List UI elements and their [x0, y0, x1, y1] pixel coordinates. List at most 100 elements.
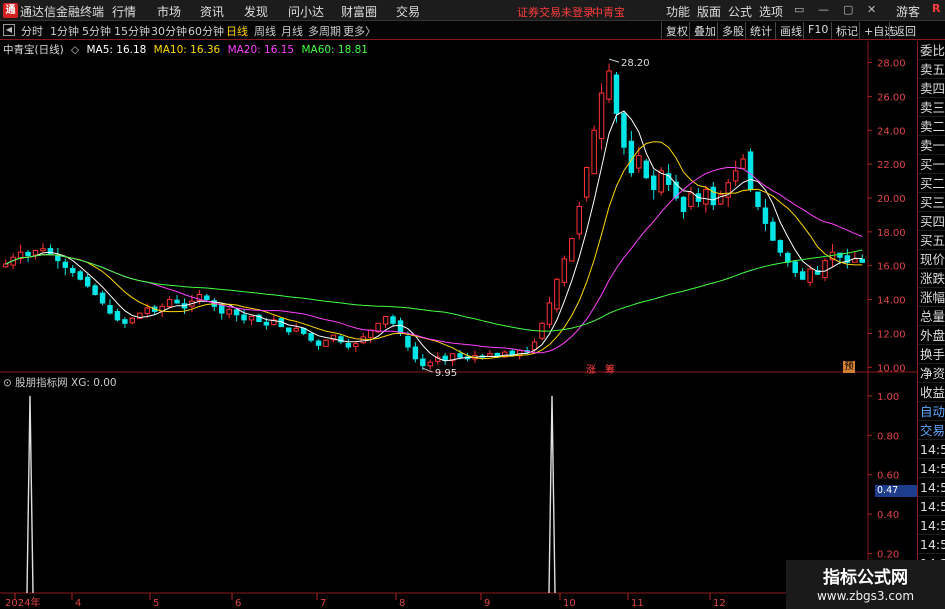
sidebar-item[interactable]: 14:56 — [918, 535, 945, 554]
sidebar-item[interactable]: 卖一 — [918, 136, 945, 155]
date-tick-label: 9 — [484, 598, 490, 609]
menu-quotes[interactable]: 行情 — [112, 3, 136, 20]
sidebar-item[interactable]: 买四 — [918, 212, 945, 231]
sidebar-item[interactable]: 换手 — [918, 345, 945, 364]
candle-body — [785, 252, 791, 263]
maximize-icon[interactable]: ▢ — [843, 3, 853, 16]
candle-body — [263, 321, 270, 326]
watermark-url: www.zbgs3.com — [816, 589, 915, 603]
sidebar-item[interactable]: 收益 — [918, 383, 945, 402]
period-1min[interactable]: 1分钟 — [50, 23, 79, 39]
candle-body — [107, 305, 113, 314]
candle-body — [233, 309, 240, 316]
menu-options[interactable]: 选项 — [759, 3, 783, 20]
candle-body — [569, 238, 575, 262]
menu-layout[interactable]: 版面 — [697, 3, 721, 20]
period-monthly[interactable]: 月线 — [281, 23, 303, 39]
app-logo-icon: 通 — [3, 3, 18, 18]
draw-button[interactable]: 画线 — [775, 22, 806, 39]
menu-trade[interactable]: 交易 — [396, 3, 420, 20]
menu-market[interactable]: 市场 — [157, 3, 181, 20]
sidebar-item[interactable]: 涨跌 — [918, 269, 945, 288]
badge-forecast[interactable]: 预 — [843, 361, 855, 373]
badge-chips[interactable]: 筹 — [605, 361, 615, 376]
login-warning[interactable]: 证券交易未登录 — [517, 4, 594, 20]
sidebar-item[interactable]: 卖三 — [918, 98, 945, 117]
sidebar-item[interactable]: 14:56 — [918, 516, 945, 535]
indicator-tick-label: 0.40 — [877, 510, 899, 521]
date-tick-label: 5 — [153, 598, 159, 609]
sidebar-item[interactable]: 14:56 — [918, 478, 945, 497]
sidebar-item[interactable]: 自动 — [918, 402, 945, 421]
back-button[interactable]: 返回 — [889, 22, 920, 39]
sidebar-item[interactable]: 总量 — [918, 307, 945, 326]
menu-functions[interactable]: 功能 — [666, 3, 690, 20]
date-tick-label: 12 — [713, 598, 726, 609]
close-icon[interactable]: ✕ — [867, 3, 876, 16]
candle-body — [2, 263, 9, 268]
sidebar-item[interactable]: 买五 — [918, 231, 945, 250]
menu-news[interactable]: 资讯 — [200, 3, 224, 20]
candle-body — [561, 258, 568, 283]
minimize-icon[interactable]: — — [818, 3, 829, 16]
price-tick-label: 10.00 — [877, 363, 906, 374]
candle-body — [621, 112, 627, 148]
candle-body — [55, 255, 61, 262]
collapse-icon[interactable]: ◀ — [3, 24, 15, 36]
candle-body — [226, 309, 232, 315]
menu-ask[interactable]: 问小达 — [288, 3, 324, 20]
candle-body — [70, 267, 76, 273]
sidebar-item[interactable]: 卖二 — [918, 117, 945, 136]
sidebar-item[interactable]: 外盘 — [918, 326, 945, 345]
sidebar-item[interactable]: 委比 — [918, 41, 945, 60]
menu-wealth-circle[interactable]: 财富圈 — [341, 3, 377, 20]
sidebar-item[interactable]: 净资 — [918, 364, 945, 383]
settings-icon[interactable]: ◇ — [71, 44, 79, 56]
sidebar-item[interactable]: 14:56 — [918, 497, 945, 516]
sidebar-item[interactable]: 买三 — [918, 193, 945, 212]
mark-button[interactable]: 标记 — [831, 22, 862, 39]
user-label[interactable]: 游客 — [896, 3, 920, 20]
date-tick-label: 8 — [399, 598, 405, 609]
indicator-settings-icon[interactable]: ⊙ — [3, 377, 12, 389]
period-60min[interactable]: 60分钟 — [188, 23, 224, 39]
period-15min[interactable]: 15分钟 — [114, 23, 150, 39]
date-tick-label: 10 — [563, 598, 576, 609]
candle-body — [583, 167, 590, 198]
period-multi[interactable]: 多周期 — [308, 23, 341, 39]
period-daily[interactable]: 日线 — [226, 23, 248, 39]
multi-stock-button[interactable]: 多股 — [717, 22, 748, 39]
adjust-button[interactable]: 复权 — [661, 22, 692, 39]
sidebar-item[interactable]: 现价 — [918, 250, 945, 269]
xg-signal-spike — [26, 395, 34, 594]
kline-chart[interactable]: 28.00 26.00 24.00 22.00 20.00 18.00 16.00 14.00… — [0, 41, 917, 609]
sidebar-item[interactable]: 卖四 — [918, 79, 945, 98]
statistics-button[interactable]: 统计 — [745, 22, 776, 39]
price-tick-label: 24.00 — [877, 126, 906, 137]
r-badge: R — [932, 2, 941, 15]
menu-discover[interactable]: 发现 — [244, 3, 268, 20]
sidebar-item[interactable]: 交易 — [918, 421, 945, 440]
sidebar-item[interactable]: 买一 — [918, 155, 945, 174]
period-5min[interactable]: 5分钟 — [82, 23, 111, 39]
period-weekly[interactable]: 周线 — [254, 23, 276, 39]
candle-body — [99, 292, 106, 304]
period-toolbar: ◀ 分时 1分钟 5分钟 15分钟 30分钟 60分钟 日线 周线 月线 多周期… — [0, 21, 945, 40]
sidebar-item[interactable]: 卖五 — [918, 60, 945, 79]
f10-button[interactable]: F10 — [803, 22, 832, 39]
overlay-button[interactable]: 叠加 — [689, 22, 720, 39]
sidebar-item[interactable]: 14:56 — [918, 459, 945, 478]
ma20-label: MA20: 16.15 — [227, 44, 295, 56]
period-30min[interactable]: 30分钟 — [151, 23, 187, 39]
sidebar-item[interactable]: 涨幅 — [918, 288, 945, 307]
candle-body — [755, 191, 761, 207]
indicator-group — [26, 395, 556, 594]
period-more[interactable]: 更多〉 — [343, 23, 376, 39]
restore-icon[interactable]: ▭ — [794, 3, 804, 16]
period-intraday[interactable]: 分时 — [21, 23, 43, 39]
sidebar-item[interactable]: 14:56 — [918, 440, 945, 459]
candle-body — [308, 332, 314, 341]
candle-body — [688, 192, 694, 207]
menu-formula[interactable]: 公式 — [728, 3, 752, 20]
sidebar-item[interactable]: 买二 — [918, 174, 945, 193]
